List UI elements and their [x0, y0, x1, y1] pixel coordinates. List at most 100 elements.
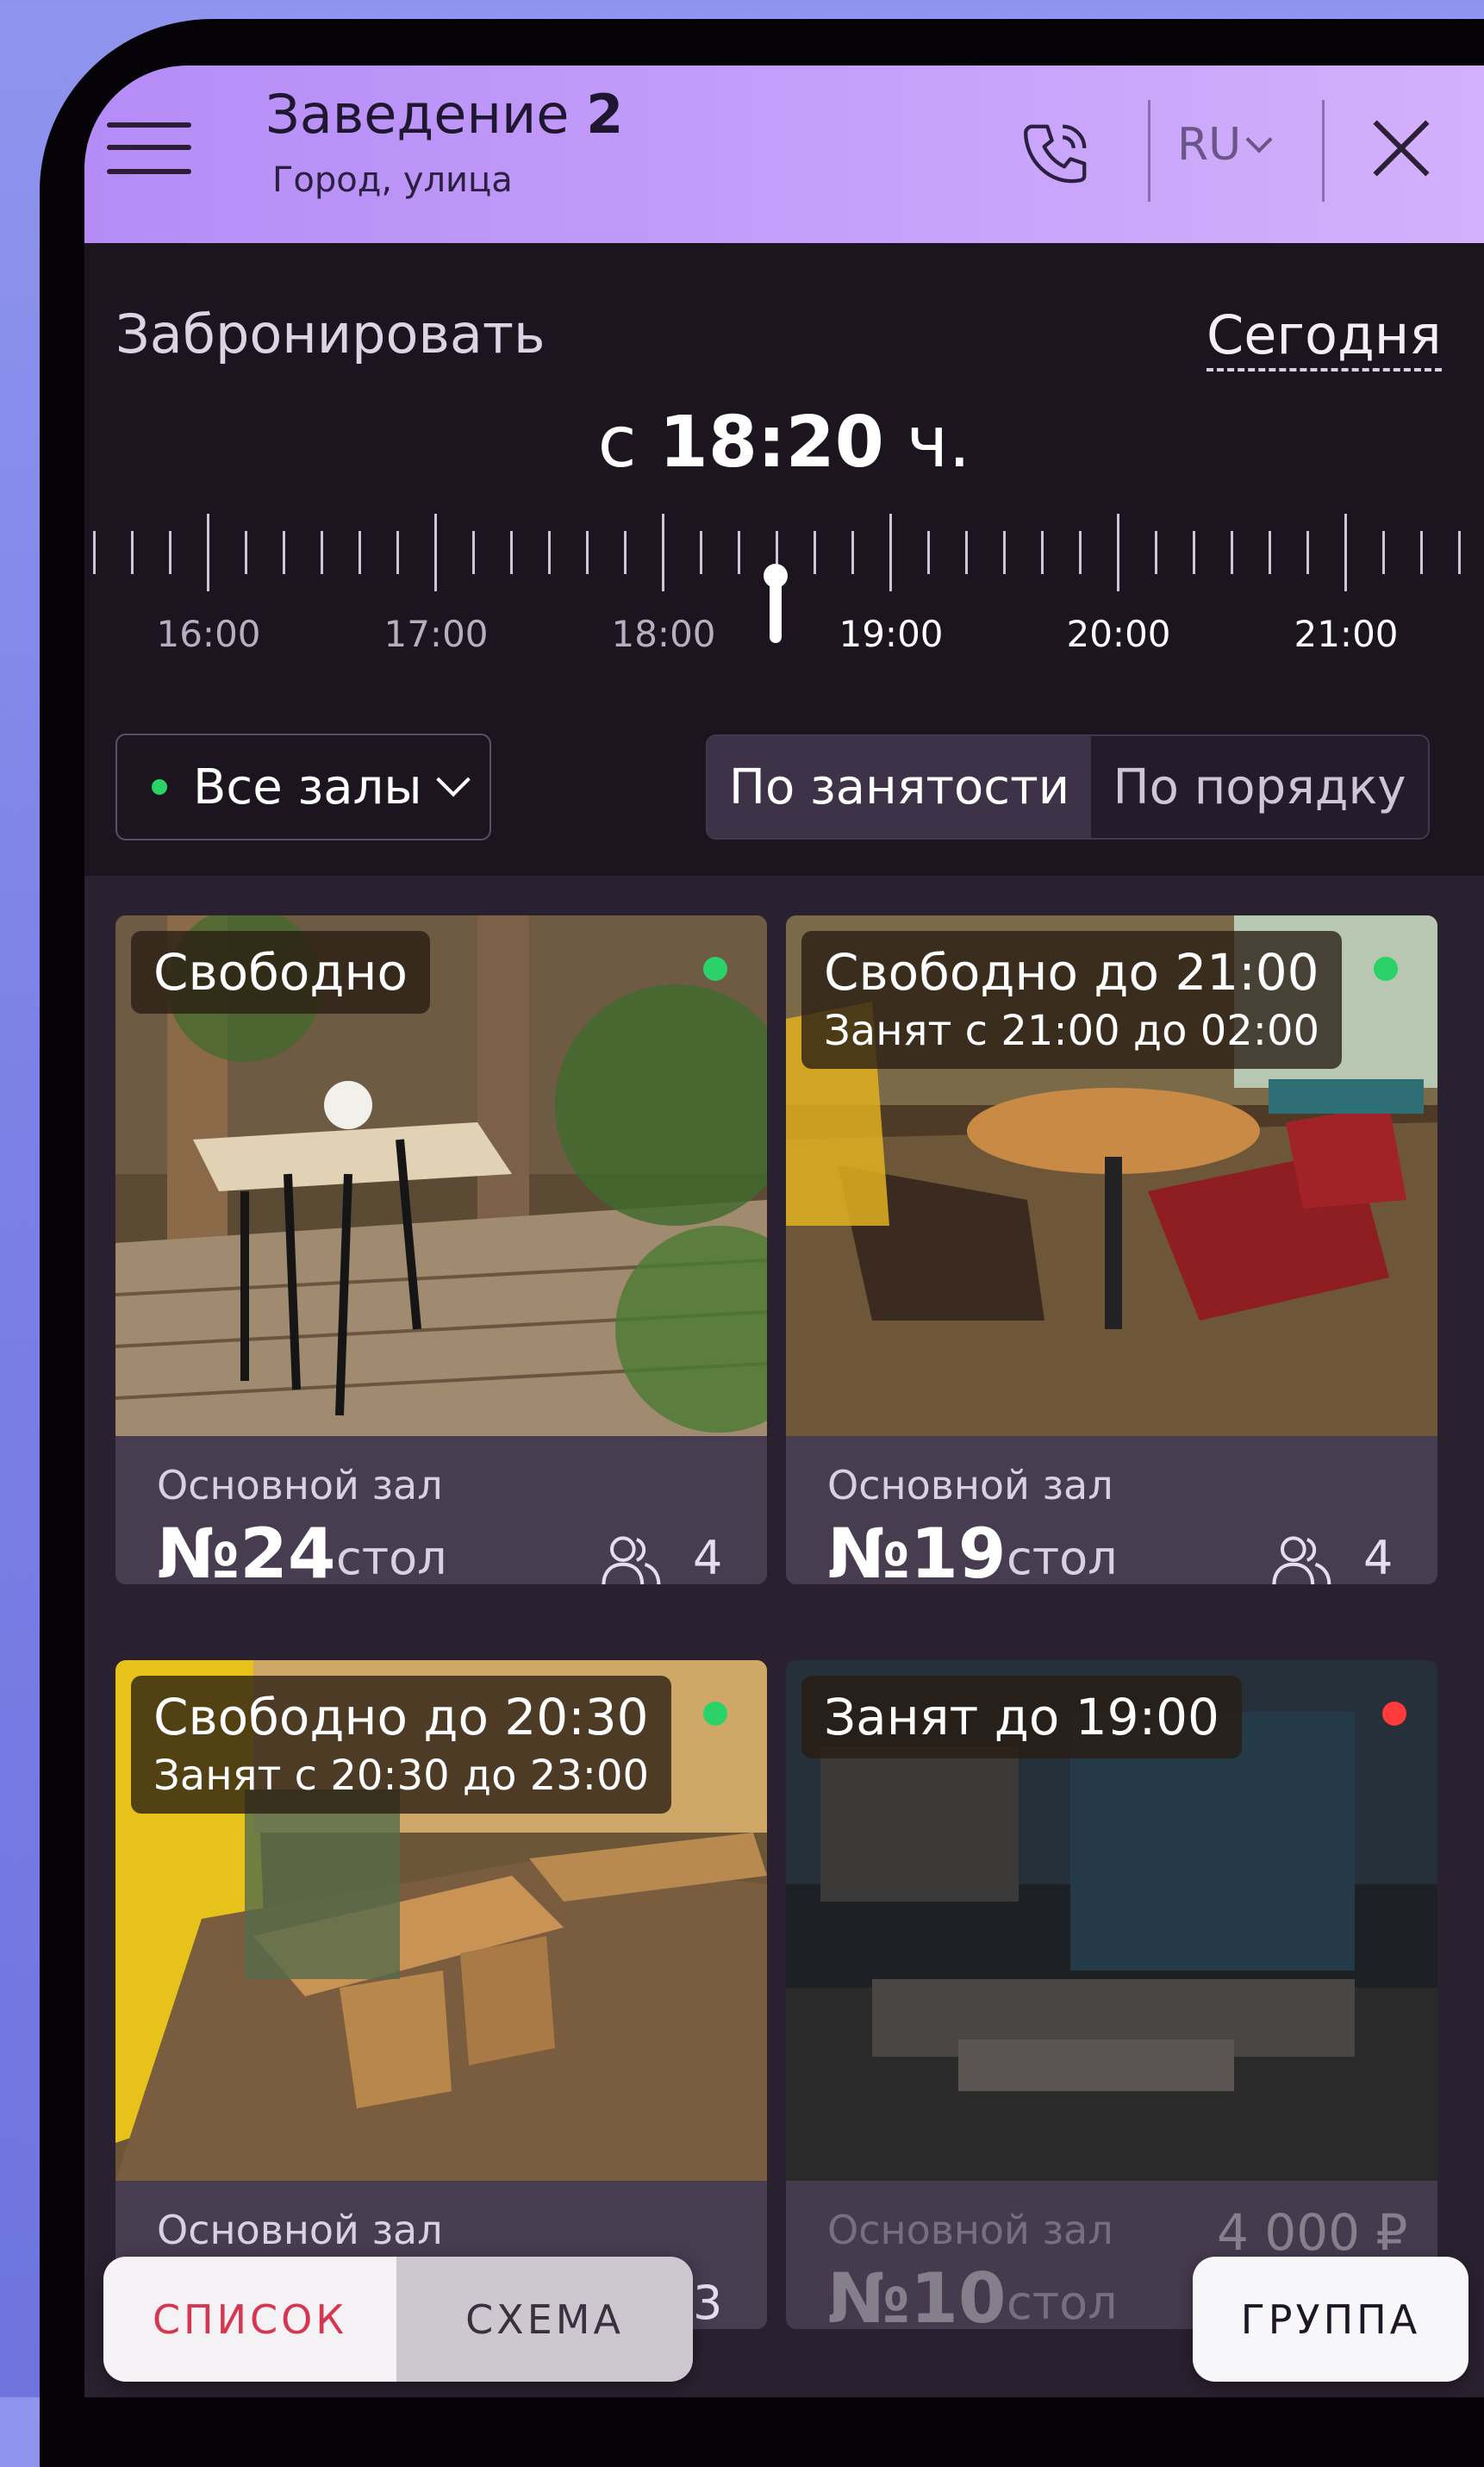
timeline-tick — [245, 531, 247, 574]
timeline-hour-label: 17:00 — [383, 613, 489, 655]
sort-by-occupancy[interactable]: По занятости — [708, 736, 1091, 838]
table-number: №19 — [827, 1514, 1007, 1584]
availability-status: Свободно до 20:30 — [153, 1688, 649, 1746]
table-price: 4 000 ₽ — [1217, 2203, 1408, 2262]
timeline-hour-tick — [662, 514, 664, 591]
timeline-tick — [1193, 531, 1195, 574]
status-indicator — [1374, 957, 1398, 981]
timeline-tick — [359, 531, 361, 574]
timeline-tick — [1382, 531, 1385, 574]
hall-filter-dropdown[interactable]: Все залы — [115, 734, 491, 840]
timeline-hour-tick — [207, 514, 209, 591]
venue-number: 2 — [586, 83, 624, 146]
time-suffix: ч. — [906, 402, 971, 484]
availability-badge: Свободно — [131, 931, 430, 1014]
group-booking-button[interactable]: ГРУППА — [1193, 2257, 1468, 2382]
timeline-hour-tick — [1344, 514, 1347, 591]
table-word: стол — [1007, 1531, 1118, 1584]
status-indicator — [1382, 1702, 1406, 1726]
timeline-tick — [396, 531, 399, 574]
table-number: №10 — [827, 2258, 1007, 2329]
date-selector[interactable]: Сегодня — [1207, 303, 1442, 372]
table-word: стол — [1007, 2276, 1118, 2329]
table-card[interactable]: Свободно до 20:30 Занят с 20:30 до 23:00… — [115, 1660, 767, 2329]
menu-icon[interactable] — [107, 117, 191, 178]
hall-name: Основной зал — [827, 2207, 1113, 2253]
table-info: Основной зал №19 стол 4 — [786, 1436, 1437, 1584]
venue-name: Заведение — [265, 83, 570, 146]
timeline-hour-label: 16:00 — [156, 613, 261, 655]
timeline-tick — [169, 531, 171, 574]
timeline-hour-tick — [434, 514, 437, 591]
timeline-tick — [1306, 531, 1309, 574]
app-header: Заведение 2 Город, улица RU — [84, 66, 1484, 243]
timeline-tick — [1269, 531, 1271, 574]
phone-call-icon[interactable] — [1019, 117, 1094, 191]
selected-time: с 18:20 ч. — [84, 402, 1484, 484]
app-screen: Заведение 2 Город, улица RU Забронироват… — [84, 66, 1484, 2397]
time-prefix: с — [597, 402, 637, 484]
hall-filter-label: Все залы — [193, 759, 422, 815]
timeline-tick — [927, 531, 930, 574]
timeline-tick — [321, 531, 323, 574]
language-label: RU — [1177, 119, 1242, 171]
availability-badge: Свободно до 21:00 Занят с 21:00 до 02:00 — [801, 931, 1343, 1069]
guests-icon — [1272, 1536, 1331, 1584]
language-selector[interactable]: RU — [1177, 119, 1273, 171]
timeline-tick — [700, 531, 702, 574]
hall-name: Основной зал — [157, 2207, 443, 2253]
sort-toggle: По занятости По порядку — [706, 734, 1430, 840]
guest-count: 4 — [1363, 1531, 1394, 1584]
timeline-tick — [93, 531, 96, 574]
timeline-tick — [1003, 531, 1006, 574]
hall-name: Основной зал — [827, 1462, 1113, 1508]
timeline-tick — [548, 531, 551, 574]
venue-title: Заведение 2 — [265, 83, 623, 146]
timeline-tick — [851, 531, 854, 574]
timeline-tick — [1420, 531, 1423, 574]
list-view-tab[interactable]: СПИСОК — [103, 2257, 396, 2382]
timeline-tick — [1079, 531, 1082, 574]
chevron-down-icon — [1245, 126, 1273, 153]
table-word: стол — [336, 1531, 447, 1584]
timeline-tick — [738, 531, 740, 574]
availability-badge: Занят до 19:00 — [801, 1676, 1242, 1758]
venue-address: Город, улица — [272, 160, 513, 200]
guests-icon — [602, 1536, 661, 1584]
table-info: Основной зал №24 стол 4 — [115, 1436, 767, 1584]
view-toggle: СПИСОК СХЕМА — [103, 2257, 693, 2382]
availability-badge: Свободно до 20:30 Занят с 20:30 до 23:00 — [131, 1676, 672, 1814]
timeline-tick — [510, 531, 513, 574]
time-slider-handle-stem[interactable] — [770, 574, 782, 643]
scheme-view-tab[interactable]: СХЕМА — [396, 2257, 693, 2382]
timeline-hour-tick — [1117, 514, 1119, 591]
availability-status: Занят до 19:00 — [824, 1688, 1219, 1746]
status-dot — [152, 779, 167, 795]
table-number: №24 — [157, 1514, 336, 1584]
header-divider — [1148, 100, 1150, 202]
timeline-tick — [131, 531, 134, 574]
hall-name: Основной зал — [157, 1462, 443, 1508]
booking-label: Забронировать — [115, 303, 546, 365]
close-icon[interactable] — [1369, 116, 1434, 181]
status-indicator — [703, 957, 727, 981]
guest-count: 4 — [693, 1531, 723, 1584]
timeline-tick — [1041, 531, 1044, 574]
header-divider — [1322, 100, 1325, 202]
timeline-tick — [965, 531, 968, 574]
availability-status: Свободно — [153, 943, 408, 1002]
timeline-hour-label: 19:00 — [839, 613, 944, 655]
timeline-tick — [586, 531, 589, 574]
time-slider[interactable]: 16:00 17:00 18:00 19:00 20:00 21:00 — [84, 514, 1484, 686]
timeline-tick — [814, 531, 816, 574]
guest-count: 3 — [693, 2276, 723, 2329]
table-card[interactable]: Свободно до 21:00 Занят с 21:00 до 02:00… — [786, 915, 1437, 1584]
timeline-tick — [624, 531, 627, 574]
sort-by-order[interactable]: По порядку — [1091, 736, 1428, 838]
table-card[interactable]: Свободно Основной зал №24 стол 4 — [115, 915, 767, 1584]
timeline-tick — [283, 531, 285, 574]
time-value: 18:20 — [658, 402, 884, 484]
status-indicator — [703, 1702, 727, 1726]
timeline-tick — [1458, 531, 1461, 574]
timeline-hour-label: 20:00 — [1066, 613, 1171, 655]
